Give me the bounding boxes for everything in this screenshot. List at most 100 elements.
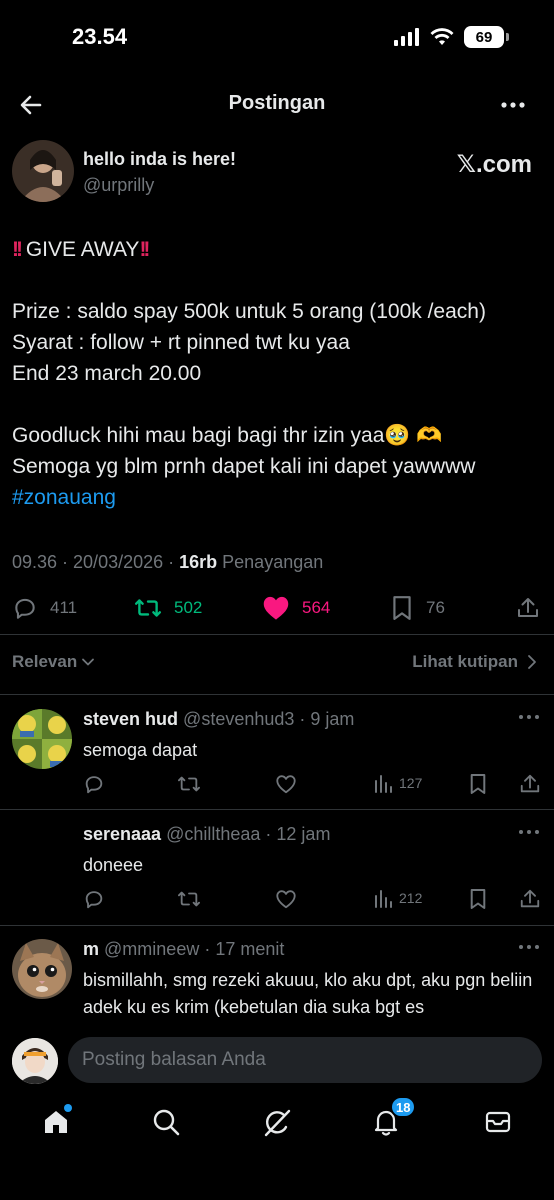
reply-avatar[interactable] [12, 709, 72, 769]
tab-notifications[interactable]: 18 [372, 1096, 417, 1138]
post-timestamp: 09.36 · 20/03/2026 · [12, 552, 180, 572]
post-body: !! GIVE AWAY!! Prize : saldo spay 500k u… [12, 234, 542, 513]
grok-icon [264, 1109, 291, 1137]
reply-author-name[interactable]: serenaaa [83, 824, 161, 844]
share-icon [520, 774, 540, 793]
post-line: Prize : saldo spay 500k untuk 5 orang (1… [12, 300, 486, 323]
author-avatar[interactable] [12, 140, 74, 202]
status-icons: 69 [394, 26, 509, 48]
repost-icon [134, 599, 162, 617]
sort-dropdown[interactable]: Relevan [12, 652, 95, 672]
repost-button[interactable] [177, 773, 201, 795]
search-icon [153, 1109, 180, 1136]
bookmark-icon [470, 774, 486, 794]
bookmark-icon [393, 596, 411, 620]
like-button[interactable] [275, 888, 297, 910]
hashtag-link[interactable]: #zonauang [12, 482, 542, 513]
post-line: Syarat : follow + rt pinned twt ku yaa [12, 331, 350, 354]
share-button[interactable] [519, 888, 541, 910]
bookmark-button[interactable] [469, 773, 487, 795]
reply-author-handle[interactable]: @mmineew · 17 menit [104, 939, 284, 959]
repost-button[interactable]: 502 [134, 590, 202, 626]
status-time: 23.54 [72, 24, 128, 49]
divider [0, 925, 554, 926]
share-button[interactable] [516, 590, 540, 626]
notification-badge: 18 [390, 1096, 417, 1118]
nav-header: Postingan [0, 80, 554, 130]
like-button[interactable]: 564 [262, 590, 330, 626]
post-line: GIVE AWAY [25, 238, 140, 261]
share-icon [518, 598, 538, 617]
my-avatar[interactable] [12, 1038, 58, 1084]
reply-avatar[interactable] [12, 939, 72, 999]
reply-button[interactable]: 411 [12, 590, 77, 626]
reply-actions: 127 [83, 773, 543, 797]
reply-author-handle[interactable]: @stevenhud3 · 9 jam [183, 709, 354, 729]
reply-item[interactable]: m @mmineew · 17 menit bismillahh, smg re… [0, 939, 554, 1030]
repost-button[interactable] [177, 888, 201, 910]
like-button[interactable] [275, 773, 297, 795]
tab-grok[interactable] [262, 1108, 292, 1138]
author-name[interactable]: hello inda is here! [83, 149, 236, 170]
share-icon [520, 889, 540, 908]
reply-count: 411 [50, 598, 78, 617]
reply-author-name[interactable]: steven hud [83, 709, 178, 729]
heart-filled-icon [263, 596, 289, 620]
post-meta: 09.36 · 20/03/2026 · 16rb Penayangan [12, 552, 323, 573]
bookmark-count: 76 [426, 598, 445, 617]
reply-icon [85, 891, 103, 909]
status-bar: 23.54 69 [0, 0, 554, 78]
bookmark-button[interactable]: 76 [390, 590, 445, 626]
more-options-icon[interactable] [518, 713, 540, 721]
reply-item[interactable]: steven hud @stevenhud3 · 9 jam semoga da… [0, 709, 554, 809]
reply-text: doneee [83, 855, 144, 875]
views-count: 16rb [179, 552, 218, 572]
page-title: Postingan [228, 92, 326, 114]
reply-text: bismillahh, smg rezeki akuuu, klo aku dp… [83, 970, 533, 1017]
views-button[interactable]: 127 [373, 773, 422, 793]
tab-messages[interactable] [484, 1108, 514, 1138]
mail-icon [485, 1111, 511, 1133]
chevron-down-icon [82, 658, 95, 666]
heart-icon [276, 775, 296, 794]
reply-author-name[interactable]: m [83, 939, 99, 959]
post-actions: 411 502 564 76 [12, 590, 544, 626]
reply-item[interactable]: serenaaa @chilltheaa · 12 jam doneee 212 [0, 824, 554, 924]
views-button[interactable]: 212 [373, 888, 422, 908]
view-quotes-link[interactable]: Lihat kutipan [412, 652, 538, 672]
author-handle[interactable]: @urprilly [83, 175, 154, 196]
divider [0, 809, 554, 810]
wifi-icon [430, 28, 454, 45]
more-options-icon[interactable] [518, 828, 540, 836]
more-options-icon[interactable] [518, 943, 540, 951]
reply-icon [15, 598, 35, 619]
double-exclamation-icon: !! [139, 238, 150, 261]
home-icon [45, 1111, 67, 1133]
divider [0, 694, 554, 695]
chevron-right-icon [528, 655, 536, 669]
more-options-icon[interactable] [500, 92, 526, 118]
battery-indicator: 69 [464, 26, 509, 48]
reply-icon [85, 776, 103, 794]
reply-header: serenaaa @chilltheaa · 12 jam [83, 824, 330, 845]
analytics-icon [375, 890, 392, 908]
sort-label: Relevan [12, 652, 78, 671]
analytics-icon [375, 775, 392, 793]
post-line: End 23 march 20.00 [12, 362, 202, 385]
like-count: 564 [302, 598, 331, 617]
bottom-tab-bar: 18 [0, 1092, 554, 1200]
views-label: Penayangan [217, 552, 324, 572]
tab-search[interactable] [152, 1108, 182, 1138]
reply-author-handle[interactable]: @chilltheaa · 12 jam [166, 824, 330, 844]
post-author: hello inda is here! @urprilly 𝕏.com [12, 140, 542, 204]
reply-composer: Posting balasan Anda [0, 1030, 554, 1090]
repost-icon [178, 776, 200, 792]
bookmark-button[interactable] [469, 888, 487, 910]
reply-avatar[interactable] [12, 824, 72, 884]
signal-icon [394, 28, 419, 46]
share-button[interactable] [519, 773, 541, 795]
reply-button[interactable] [83, 773, 105, 795]
reply-input[interactable]: Posting balasan Anda [68, 1037, 542, 1083]
tab-home[interactable] [42, 1104, 72, 1138]
reply-button[interactable] [83, 888, 105, 910]
